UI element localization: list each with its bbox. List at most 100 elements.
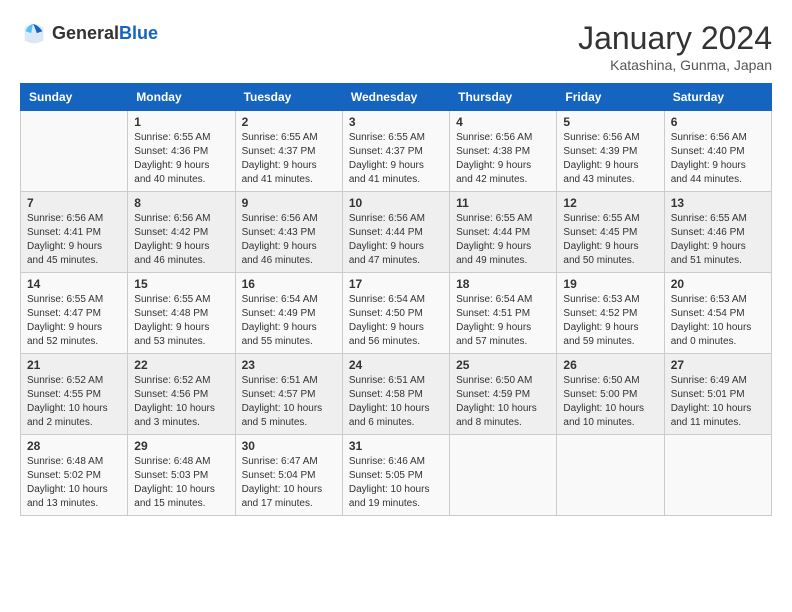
day-number: 13 [671,196,765,210]
calendar-cell: 15 Sunrise: 6:55 AMSunset: 4:48 PMDayligh… [128,273,235,354]
day-header-saturday: Saturday [664,84,771,111]
calendar-cell: 22Sunrise: 6:52 AMSunset: 4:56 PMDayligh… [128,354,235,435]
calendar-cell [664,435,771,516]
calendar-cell: 20 Sunrise: 6:53 AMSunset: 4:54 PMDayligh… [664,273,771,354]
calendar-cell: 6Sunrise: 6:56 AMSunset: 4:40 PMDaylight… [664,111,771,192]
day-number: 14 [27,277,121,291]
day-header-monday: Monday [128,84,235,111]
calendar-cell: 5Sunrise: 6:56 AMSunset: 4:39 PMDaylight… [557,111,664,192]
day-header-friday: Friday [557,84,664,111]
calendar-cell: 13Sunrise: 6:55 AMSunset: 4:46 PMDayligh… [664,192,771,273]
day-info: Sunrise: 6:48 AMSunset: 5:03 PMDaylight:… [134,455,228,511]
day-info: Sunrise: 6:49 AMSunset: 5:01 PMDaylight:… [671,374,765,430]
calendar-cell: 3 Sunrise: 6:55 AMSunset: 4:37 PMDaylight… [342,111,449,192]
day-info: Sunrise: 6:55 AMSunset: 4:48 PMDaylight:… [134,293,228,349]
day-info: Sunrise: 6:46 AMSunset: 5:05 PMDaylight:… [349,455,443,511]
day-info: Sunrise: 6:56 AMSunset: 4:42 PMDaylight:… [134,212,228,268]
day-number: 16 [242,277,336,291]
calendar-cell: 2 Sunrise: 6:55 AMSunset: 4:37 PMDaylight… [235,111,342,192]
day-info: Sunrise: 6:55 AMSunset: 4:44 PMDaylight:… [456,212,550,268]
calendar-week-row: 1Sunrise: 6:55 AMSunset: 4:36 PMDaylight… [21,111,772,192]
day-number: 9 [242,196,336,210]
calendar-cell: 8Sunrise: 6:56 AMSunset: 4:42 PMDaylight… [128,192,235,273]
calendar-cell [21,111,128,192]
day-info: Sunrise: 6:56 AMSunset: 4:41 PMDaylight:… [27,212,121,268]
calendar-cell: 12 Sunrise: 6:55 AMSunset: 4:45 PMDayligh… [557,192,664,273]
day-number: 30 [242,439,336,453]
day-number: 4 [456,115,550,129]
calendar-week-row: 21 Sunrise: 6:52 AMSunset: 4:55 PMDayligh… [21,354,772,435]
day-header-sunday: Sunday [21,84,128,111]
day-info: Sunrise: 6:54 AMSunset: 4:49 PMDaylight:… [242,293,336,349]
day-header-row: SundayMondayTuesdayWednesdayThursdayFrid… [21,84,772,111]
day-info: Sunrise: 6:47 AMSunset: 5:04 PMDaylight:… [242,455,336,511]
calendar-cell [557,435,664,516]
day-number: 2 [242,115,336,129]
day-number: 7 [27,196,121,210]
day-info: Sunrise: 6:55 AMSunset: 4:37 PMDaylight:… [349,131,443,187]
calendar-cell: 24Sunrise: 6:51 AMSunset: 4:58 PMDayligh… [342,354,449,435]
day-header-thursday: Thursday [450,84,557,111]
calendar-cell: 7 Sunrise: 6:56 AMSunset: 4:41 PMDaylight… [21,192,128,273]
calendar-cell: 18Sunrise: 6:54 AMSunset: 4:51 PMDayligh… [450,273,557,354]
calendar-cell: 29 Sunrise: 6:48 AMSunset: 5:03 PMDayligh… [128,435,235,516]
calendar-week-row: 28 Sunrise: 6:48 AMSunset: 5:02 PMDayligh… [21,435,772,516]
logo-text: GeneralBlue [52,24,158,44]
day-info: Sunrise: 6:50 AMSunset: 5:00 PMDaylight:… [563,374,657,430]
day-info: Sunrise: 6:48 AMSunset: 5:02 PMDaylight:… [27,455,121,511]
calendar-cell: 25 Sunrise: 6:50 AMSunset: 4:59 PMDayligh… [450,354,557,435]
day-number: 28 [27,439,121,453]
day-number: 23 [242,358,336,372]
calendar-cell: 26Sunrise: 6:50 AMSunset: 5:00 PMDayligh… [557,354,664,435]
day-number: 11 [456,196,550,210]
calendar-cell: 4 Sunrise: 6:56 AMSunset: 4:38 PMDaylight… [450,111,557,192]
day-info: Sunrise: 6:55 AMSunset: 4:47 PMDaylight:… [27,293,121,349]
calendar-cell: 28 Sunrise: 6:48 AMSunset: 5:02 PMDayligh… [21,435,128,516]
day-info: Sunrise: 6:55 AMSunset: 4:37 PMDaylight:… [242,131,336,187]
day-number: 20 [671,277,765,291]
day-info: Sunrise: 6:53 AMSunset: 4:54 PMDaylight:… [671,293,765,349]
day-info: Sunrise: 6:55 AMSunset: 4:45 PMDaylight:… [563,212,657,268]
calendar-cell: 17 Sunrise: 6:54 AMSunset: 4:50 PMDayligh… [342,273,449,354]
calendar-cell: 23 Sunrise: 6:51 AMSunset: 4:57 PMDayligh… [235,354,342,435]
day-info: Sunrise: 6:52 AMSunset: 4:55 PMDaylight:… [27,374,121,430]
day-number: 12 [563,196,657,210]
calendar-cell: 27Sunrise: 6:49 AMSunset: 5:01 PMDayligh… [664,354,771,435]
calendar-cell: 30 Sunrise: 6:47 AMSunset: 5:04 PMDayligh… [235,435,342,516]
calendar-week-row: 14 Sunrise: 6:55 AMSunset: 4:47 PMDayligh… [21,273,772,354]
day-info: Sunrise: 6:53 AMSunset: 4:52 PMDaylight:… [563,293,657,349]
day-header-tuesday: Tuesday [235,84,342,111]
day-info: Sunrise: 6:56 AMSunset: 4:44 PMDaylight:… [349,212,443,268]
day-number: 21 [27,358,121,372]
day-number: 24 [349,358,443,372]
day-info: Sunrise: 6:56 AMSunset: 4:38 PMDaylight:… [456,131,550,187]
day-number: 17 [349,277,443,291]
calendar-cell: 1Sunrise: 6:55 AMSunset: 4:36 PMDaylight… [128,111,235,192]
title-block: January 2024 Katashina, Gunma, Japan [578,20,772,73]
day-info: Sunrise: 6:56 AMSunset: 4:43 PMDaylight:… [242,212,336,268]
calendar-cell: 14 Sunrise: 6:55 AMSunset: 4:47 PMDayligh… [21,273,128,354]
day-number: 18 [456,277,550,291]
day-number: 1 [134,115,228,129]
calendar-cell: 11 Sunrise: 6:55 AMSunset: 4:44 PMDayligh… [450,192,557,273]
day-info: Sunrise: 6:51 AMSunset: 4:57 PMDaylight:… [242,374,336,430]
calendar-cell: 9 Sunrise: 6:56 AMSunset: 4:43 PMDaylight… [235,192,342,273]
calendar-cell: 16 Sunrise: 6:54 AMSunset: 4:49 PMDayligh… [235,273,342,354]
day-number: 29 [134,439,228,453]
day-info: Sunrise: 6:54 AMSunset: 4:50 PMDaylight:… [349,293,443,349]
calendar-cell: 31 Sunrise: 6:46 AMSunset: 5:05 PMDayligh… [342,435,449,516]
page-header: GeneralBlue January 2024 Katashina, Gunm… [20,20,772,73]
day-number: 25 [456,358,550,372]
day-info: Sunrise: 6:52 AMSunset: 4:56 PMDaylight:… [134,374,228,430]
day-number: 31 [349,439,443,453]
logo: GeneralBlue [20,20,158,48]
calendar-table: SundayMondayTuesdayWednesdayThursdayFrid… [20,83,772,516]
day-number: 6 [671,115,765,129]
day-number: 3 [349,115,443,129]
calendar-subtitle: Katashina, Gunma, Japan [578,57,772,73]
day-info: Sunrise: 6:50 AMSunset: 4:59 PMDaylight:… [456,374,550,430]
calendar-week-row: 7 Sunrise: 6:56 AMSunset: 4:41 PMDaylight… [21,192,772,273]
day-number: 19 [563,277,657,291]
calendar-cell: 21 Sunrise: 6:52 AMSunset: 4:55 PMDayligh… [21,354,128,435]
day-number: 15 [134,277,228,291]
